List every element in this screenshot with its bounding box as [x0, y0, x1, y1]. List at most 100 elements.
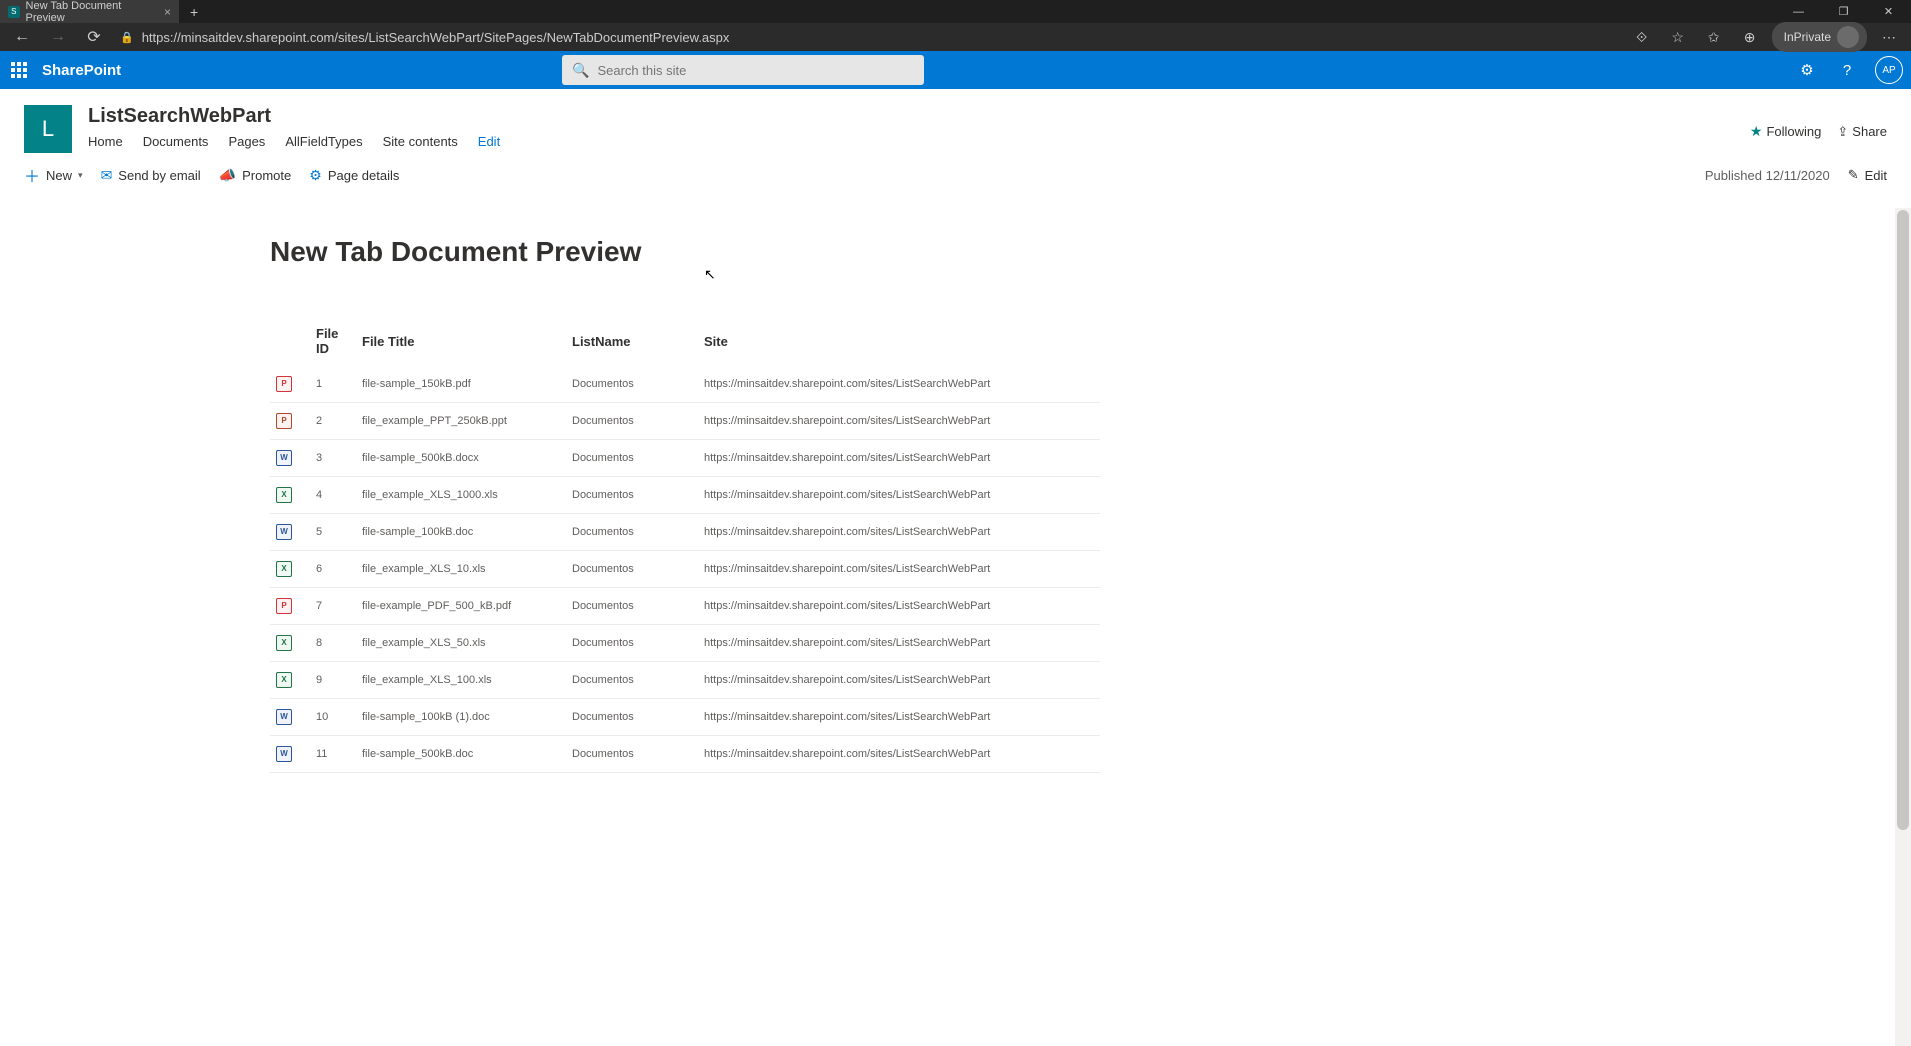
nav-allfieldtypes[interactable]: AllFieldTypes: [285, 134, 362, 149]
star-icon: ★: [1750, 123, 1763, 140]
site-logo[interactable]: L: [24, 105, 72, 153]
settings-icon[interactable]: ⚙: [1787, 51, 1827, 89]
table-row[interactable]: X6file_example_XLS_10.xlsDocumentoshttps…: [270, 551, 1100, 588]
cell-id: 8: [310, 625, 356, 662]
table-row[interactable]: X4file_example_XLS_1000.xlsDocumentoshtt…: [270, 477, 1100, 514]
table-row[interactable]: X8file_example_XLS_50.xlsDocumentoshttps…: [270, 625, 1100, 662]
site-nav: Home Documents Pages AllFieldTypes Site …: [88, 134, 500, 149]
close-tab-icon[interactable]: ×: [164, 5, 171, 19]
nav-documents[interactable]: Documents: [143, 134, 209, 149]
table-row[interactable]: P1file-sample_150kB.pdfDocumentoshttps:/…: [270, 366, 1100, 403]
site-actions: ★Following ⇪Share: [1750, 123, 1887, 140]
doc-file-icon: W: [276, 746, 292, 762]
cell-id: 5: [310, 514, 356, 551]
search-input[interactable]: [597, 63, 914, 78]
forward-button[interactable]: →: [44, 23, 72, 51]
cell-id: 2: [310, 403, 356, 440]
tab-title: New Tab Document Preview: [26, 0, 158, 24]
col-site-header[interactable]: Site: [698, 318, 1100, 366]
maximize-button[interactable]: ❐: [1821, 0, 1866, 23]
page-title: New Tab Document Preview: [270, 236, 1911, 268]
back-button[interactable]: ←: [8, 23, 36, 51]
send-email-button[interactable]: ✉ Send by email: [101, 167, 201, 184]
cell-site: https://minsaitdev.sharepoint.com/sites/…: [698, 699, 1100, 736]
cell-id: 7: [310, 588, 356, 625]
cell-list: Documentos: [566, 588, 698, 625]
content-area: New Tab Document Preview File ID File Ti…: [0, 206, 1911, 1046]
search-box[interactable]: 🔍: [562, 55, 924, 85]
site-title[interactable]: ListSearchWebPart: [88, 105, 500, 128]
xls-file-icon: X: [276, 635, 292, 651]
cell-site: https://minsaitdev.sharepoint.com/sites/…: [698, 440, 1100, 477]
cell-id: 9: [310, 662, 356, 699]
sharepoint-favicon-icon: S: [8, 6, 20, 18]
favorite-icon[interactable]: ☆: [1664, 23, 1692, 51]
nav-pages[interactable]: Pages: [228, 134, 265, 149]
cell-list: Documentos: [566, 736, 698, 773]
cell-site: https://minsaitdev.sharepoint.com/sites/…: [698, 625, 1100, 662]
cell-id: 1: [310, 366, 356, 403]
app-launcher-button[interactable]: [0, 51, 38, 89]
gear-icon: ⚙: [309, 167, 322, 184]
col-title-header[interactable]: File Title: [356, 318, 566, 366]
nav-home[interactable]: Home: [88, 134, 123, 149]
table-row[interactable]: P2file_example_PPT_250kB.pptDocumentosht…: [270, 403, 1100, 440]
table-row[interactable]: P7file-example_PDF_500_kB.pdfDocumentosh…: [270, 588, 1100, 625]
table-row[interactable]: W11file-sample_500kB.docDocumentoshttps:…: [270, 736, 1100, 773]
promote-button[interactable]: 📣 Promote: [219, 167, 292, 184]
user-avatar[interactable]: AP: [1875, 56, 1903, 84]
cell-site: https://minsaitdev.sharepoint.com/sites/…: [698, 514, 1100, 551]
ppt-file-icon: P: [276, 413, 292, 429]
cell-list: Documentos: [566, 366, 698, 403]
share-button[interactable]: ⇪Share: [1837, 124, 1887, 140]
xls-file-icon: X: [276, 672, 292, 688]
cell-id: 10: [310, 699, 356, 736]
cell-list: Documentos: [566, 514, 698, 551]
help-icon[interactable]: ?: [1827, 51, 1867, 89]
xls-file-icon: X: [276, 487, 292, 503]
translate-icon[interactable]: ⟐: [1628, 23, 1656, 51]
favorites-bar-icon[interactable]: ✩: [1700, 23, 1728, 51]
close-window-button[interactable]: ✕: [1866, 0, 1911, 23]
cell-title: file_example_PPT_250kB.ppt: [356, 403, 566, 440]
table-row[interactable]: W3file-sample_500kB.docxDocumentoshttps:…: [270, 440, 1100, 477]
collections-icon[interactable]: ⊕: [1736, 23, 1764, 51]
window-controls: — ❐ ✕: [1776, 0, 1911, 23]
pdf-file-icon: P: [276, 598, 292, 614]
inprivate-badge[interactable]: InPrivate: [1772, 22, 1867, 52]
cell-list: Documentos: [566, 440, 698, 477]
col-id-header[interactable]: File ID: [310, 318, 356, 366]
follow-button[interactable]: ★Following: [1750, 123, 1821, 140]
cell-title: file-example_PDF_500_kB.pdf: [356, 588, 566, 625]
xls-file-icon: X: [276, 561, 292, 577]
table-row[interactable]: W5file-sample_100kB.docDocumentoshttps:/…: [270, 514, 1100, 551]
new-button[interactable]: ＋ New ▾: [24, 163, 83, 187]
cell-site: https://minsaitdev.sharepoint.com/sites/…: [698, 551, 1100, 588]
page-details-button[interactable]: ⚙ Page details: [309, 167, 399, 184]
minimize-button[interactable]: —: [1776, 0, 1821, 23]
published-label: Published 12/11/2020: [1705, 168, 1830, 183]
nav-edit[interactable]: Edit: [478, 134, 500, 149]
refresh-button[interactable]: ⟳: [80, 23, 108, 51]
cell-id: 3: [310, 440, 356, 477]
pencil-icon: ✎: [1848, 167, 1859, 183]
table-row[interactable]: X9file_example_XLS_100.xlsDocumentoshttp…: [270, 662, 1100, 699]
col-list-header[interactable]: ListName: [566, 318, 698, 366]
cell-title: file_example_XLS_1000.xls: [356, 477, 566, 514]
url-text[interactable]: https://minsaitdev.sharepoint.com/sites/…: [142, 30, 1620, 45]
mail-icon: ✉: [101, 167, 113, 184]
new-tab-button[interactable]: +: [180, 4, 208, 20]
table-row[interactable]: W10file-sample_100kB (1).docDocumentosht…: [270, 699, 1100, 736]
site-header: L ListSearchWebPart Home Documents Pages…: [0, 89, 1911, 153]
more-menu-icon[interactable]: ⋯: [1875, 23, 1903, 51]
cell-id: 4: [310, 477, 356, 514]
brand-label[interactable]: SharePoint: [42, 62, 121, 79]
browser-chrome: S New Tab Document Preview × + — ❐ ✕ ← →…: [0, 0, 1911, 51]
browser-tab[interactable]: S New Tab Document Preview ×: [0, 0, 180, 23]
cell-title: file-sample_100kB (1).doc: [356, 699, 566, 736]
edit-button[interactable]: ✎ Edit: [1848, 167, 1887, 183]
waffle-icon: [11, 62, 27, 78]
scrollbar-thumb[interactable]: [1897, 210, 1909, 830]
nav-site-contents[interactable]: Site contents: [383, 134, 458, 149]
document-table: File ID File Title ListName Site P1file-…: [270, 318, 1100, 773]
